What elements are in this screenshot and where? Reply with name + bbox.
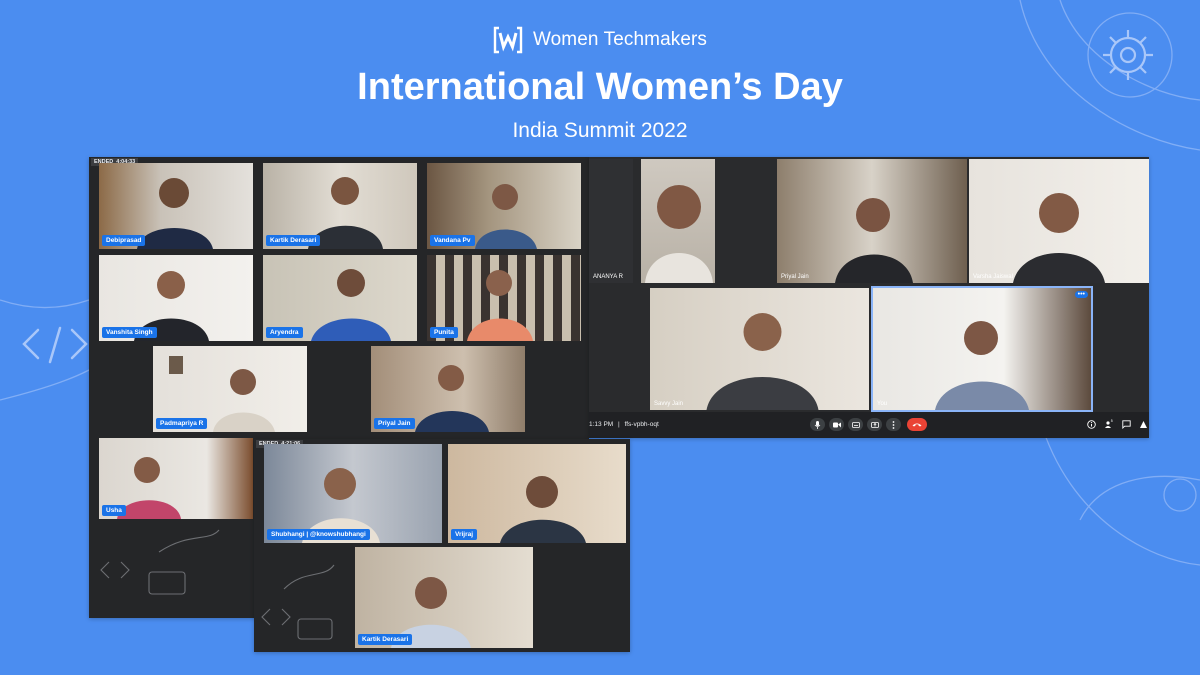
people-button[interactable]: 5 [1104, 419, 1114, 429]
participant-name: Vrijraj [451, 529, 478, 540]
end-call-button[interactable] [907, 418, 927, 431]
activities-icon [1139, 420, 1147, 428]
chat-button[interactable] [1121, 419, 1131, 429]
meeting-code: ffs-vpbh-oqt [624, 421, 659, 428]
video-tile[interactable]: Varsha Jaiswal [969, 159, 1149, 283]
meeting-separator: | [618, 421, 620, 428]
participant-name: You [877, 401, 888, 407]
video-tile[interactable]: Priyal Jain [777, 159, 967, 283]
more-options-icon[interactable]: ••• [1074, 291, 1088, 298]
people-icon: 5 [1105, 419, 1113, 428]
code-brackets-icon [22, 326, 88, 364]
video-tile[interactable]: Vrijraj [448, 444, 626, 543]
meeting-panel-3: ENDED4:21:06 Shubhangi | @knowshubhangi … [254, 439, 630, 652]
participant-name: Punita [430, 327, 458, 338]
more-options-icon [892, 420, 895, 429]
participant-name: Shubhangi | @knowshubhangi [267, 529, 370, 540]
video-tile[interactable]: Usha [99, 438, 253, 519]
camera-button[interactable] [829, 418, 844, 431]
women-techmakers-logo-icon [493, 26, 523, 54]
doodle-decoration [261, 564, 335, 640]
meeting-panel-2: ANANYA R Priyal Jain Varsha Jaiswal Savv… [589, 157, 1149, 438]
participant-video [706, 313, 818, 410]
video-tile[interactable]: Debiprasad [99, 163, 253, 249]
chat-icon [1121, 419, 1131, 429]
participant-name: Aryendra [266, 327, 303, 338]
participant-name: Varsha Jaiswal [973, 274, 1013, 280]
camera-icon [832, 422, 841, 427]
info-icon [1086, 419, 1096, 429]
doodle-decoration [100, 529, 220, 595]
present-button[interactable] [867, 418, 882, 431]
captions-icon [851, 421, 860, 428]
more-options-button[interactable] [886, 418, 901, 431]
mic-button[interactable] [810, 418, 825, 431]
info-button[interactable] [1086, 419, 1096, 429]
participant-name: Priyal Jain [781, 274, 809, 280]
page-subtitle: India Summit 2022 [512, 119, 688, 142]
participant-name: Vandana Pv [430, 235, 475, 246]
meeting-toolbar: 1:13 PM | ffs-vpbh-oqt 5 [589, 412, 1149, 438]
page-title: International Women’s Day [357, 66, 843, 108]
mic-icon [814, 420, 821, 429]
participant-video [391, 577, 471, 648]
video-tile[interactable]: Vandana Pv [427, 163, 581, 249]
participant-video [645, 185, 713, 283]
participant-name: Kartik Derasari [266, 235, 321, 246]
people-count: 5 [1111, 419, 1113, 423]
participant-name: Vanshita Singh [102, 327, 157, 338]
video-tile[interactable]: Punita [427, 255, 581, 341]
participant-name: Debiprasad [102, 235, 146, 246]
video-tile[interactable]: Savvy Jain [650, 288, 869, 410]
participant-name: Kartik Derasari [358, 634, 413, 645]
self-video-tile[interactable]: ••• You [871, 286, 1093, 412]
present-icon [870, 421, 879, 428]
participant-name: Padmapriya R [156, 418, 208, 429]
participant-name: Usha [102, 505, 126, 516]
activities-button[interactable] [1138, 419, 1148, 429]
meeting-info: 1:13 PM | ffs-vpbh-oqt [589, 421, 662, 428]
video-tile[interactable]: ANANYA R [589, 159, 633, 283]
video-tile[interactable]: Aryendra [263, 255, 417, 341]
video-tile[interactable]: Padmapriya R [153, 346, 307, 432]
captions-button[interactable] [848, 418, 863, 431]
brand-name: Women Techmakers [532, 29, 708, 50]
participant-name: Savvy Jain [654, 401, 684, 407]
meeting-time: 1:13 PM [589, 421, 614, 428]
participant-video [1013, 193, 1105, 283]
video-tile[interactable]: Vanshita Singh [99, 255, 253, 341]
video-tile[interactable]: Priyal Jain [371, 346, 525, 432]
participant-name: ANANYA R [593, 274, 623, 280]
participant-name: Priyal Jain [374, 418, 415, 429]
video-tile[interactable]: Shubhangi | @knowshubhangi [264, 444, 442, 543]
video-tile[interactable] [641, 159, 715, 283]
video-tile[interactable]: Kartik Derasari [355, 547, 533, 648]
participant-video [835, 198, 913, 283]
video-tile[interactable]: Kartik Derasari [263, 163, 417, 249]
brand-header: Women Techmakers [0, 26, 1200, 54]
end-call-icon [912, 423, 922, 427]
participant-video [935, 321, 1029, 410]
